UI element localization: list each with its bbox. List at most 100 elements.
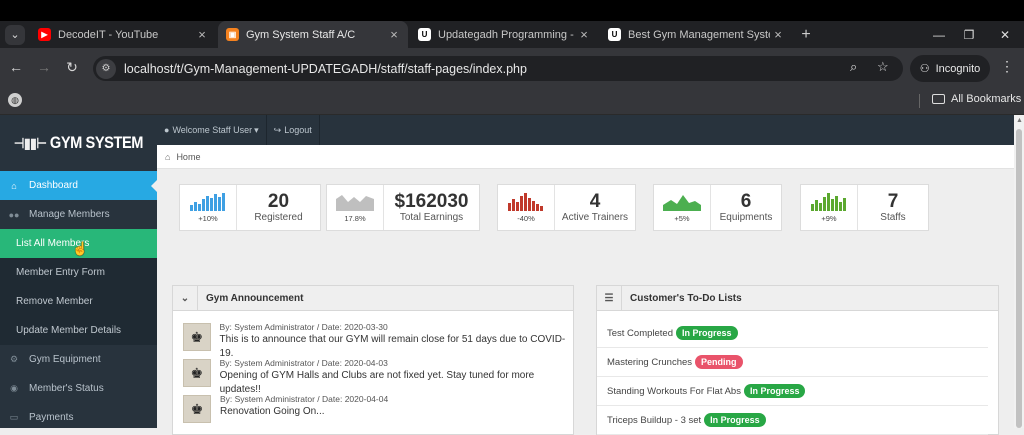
list-icon: ☰ bbox=[597, 285, 622, 311]
status-badge: In Progress bbox=[704, 413, 766, 427]
admin-avatar-icon: ♚ bbox=[183, 395, 211, 423]
panel-title: Customer's To-Do Lists bbox=[630, 292, 742, 304]
page-scrollbar[interactable]: ▲ bbox=[1014, 115, 1024, 428]
panel-header[interactable]: ⌄ Gym Announcement bbox=[173, 285, 573, 311]
gym-announcement-panel: ⌄ Gym Announcement ♚ By: System Administ… bbox=[172, 285, 574, 435]
reload-button[interactable]: ↻ bbox=[58, 53, 86, 81]
tab-title: Best Gym Management System bbox=[628, 28, 770, 41]
menu-icon[interactable]: ⋮ bbox=[1000, 58, 1014, 75]
announcement-meta: By: System Administrator / Date: 2020-04… bbox=[220, 394, 389, 404]
stat-equipments[interactable]: +5% 6 Equipments bbox=[653, 184, 782, 231]
incognito-label: Incognito bbox=[935, 62, 981, 75]
stat-label: Total Earnings bbox=[399, 212, 464, 223]
close-icon[interactable]: × bbox=[386, 27, 402, 42]
todo-item[interactable]: Mastering Crunches Pending bbox=[597, 348, 988, 377]
scroll-up-icon[interactable]: ▲ bbox=[1016, 117, 1023, 124]
todo-task: Test Completed bbox=[607, 327, 674, 339]
submenu-item-label: Remove Member bbox=[16, 296, 93, 307]
admin-avatar-icon: ♚ bbox=[183, 359, 211, 387]
stat-label: Registered bbox=[254, 212, 303, 223]
sidebar-item-gym-equipment[interactable]: ⚙ Gym Equipment bbox=[0, 345, 157, 374]
minimize-icon: — bbox=[933, 27, 945, 42]
stat-chart: +9% bbox=[801, 185, 858, 230]
eye-icon: ◉ bbox=[10, 383, 18, 393]
todo-item[interactable]: Test Completed In Progress bbox=[597, 319, 988, 348]
announcement-meta: By: System Administrator / Date: 2020-03… bbox=[219, 322, 388, 332]
chevron-down-icon[interactable]: ⌄ bbox=[173, 285, 198, 311]
admin-avatar-icon: ♚ bbox=[183, 323, 211, 351]
incognito-badge[interactable]: ⚇ Incognito bbox=[910, 55, 990, 82]
globe-icon[interactable]: ◍ bbox=[8, 93, 22, 107]
minimize-button[interactable]: — bbox=[924, 21, 954, 48]
submenu-item-update-member-details[interactable]: Update Member Details bbox=[0, 316, 157, 345]
submenu-item-label: Update Member Details bbox=[16, 325, 122, 336]
sidebar-item-manage-members[interactable]: ●● Manage Members bbox=[0, 200, 157, 229]
tab-search-button[interactable]: ⌄ bbox=[5, 24, 25, 45]
panel-title: Gym Announcement bbox=[206, 292, 304, 304]
restore-button[interactable]: ❐ bbox=[954, 21, 984, 48]
stat-value: 4 bbox=[589, 191, 601, 212]
stat-total-earnings[interactable]: 17.8% $162030 Total Earnings bbox=[326, 184, 480, 231]
bookmarks-bar: ◍ All Bookmarks bbox=[0, 86, 1024, 115]
todo-item[interactable]: Standing Workouts For Flat Abs In Progre… bbox=[597, 377, 988, 406]
stat-label: Staffs bbox=[880, 212, 906, 223]
user-icon: ● bbox=[164, 125, 170, 135]
sidebar-item-label: Manage Members bbox=[29, 209, 110, 220]
all-bookmarks-button[interactable]: All Bookmarks bbox=[932, 93, 1021, 105]
breadcrumb-home[interactable]: Home bbox=[176, 152, 200, 162]
cogs-icon: ⚙ bbox=[9, 354, 19, 364]
stat-chart: +5% bbox=[654, 185, 711, 230]
site-info-icon[interactable]: ⚙ bbox=[96, 58, 116, 79]
panel-header: ☰ Customer's To-Do Lists bbox=[597, 285, 998, 311]
submenu-item-remove-member[interactable]: Remove Member bbox=[0, 287, 157, 316]
sidebar-item-dashboard[interactable]: ⌂ Dashboard bbox=[0, 171, 157, 200]
close-icon[interactable]: × bbox=[770, 27, 786, 42]
welcome-label: Welcome Staff User bbox=[172, 125, 253, 135]
home-icon[interactable]: ⌂ bbox=[165, 152, 170, 162]
gym-system-logo[interactable]: ⊣▮▮⊢ GYM SYSTEM bbox=[11, 115, 146, 171]
tab-youtube[interactable]: ▶ DecodeIT - YouTube × bbox=[30, 21, 216, 48]
stat-percent: +5% bbox=[674, 213, 690, 223]
stat-value: 7 bbox=[887, 191, 899, 212]
plus-icon: + bbox=[801, 25, 811, 43]
todo-list-panel: ☰ Customer's To-Do Lists Test Completed … bbox=[596, 285, 999, 435]
logout-button[interactable]: ↪ Logout bbox=[267, 115, 320, 145]
back-button[interactable]: ← bbox=[2, 53, 30, 81]
stat-chart: -40% bbox=[498, 185, 555, 230]
incognito-icon: ⚇ bbox=[919, 63, 930, 75]
zoom-icon[interactable]: ⌕ bbox=[850, 59, 857, 75]
todo-item[interactable]: Triceps Buildup - 3 set In Progress bbox=[597, 406, 988, 435]
new-tab-button[interactable]: + bbox=[797, 21, 815, 48]
stat-staffs[interactable]: +9% 7 Staffs bbox=[800, 184, 929, 231]
area-chart-icon bbox=[336, 194, 374, 211]
gym-favicon-icon: ▣ bbox=[226, 28, 239, 41]
stat-percent: 17.8% bbox=[344, 213, 366, 223]
tab-gym-system[interactable]: ▣ Gym System Staff A/C × bbox=[218, 21, 408, 48]
status-badge: Pending bbox=[695, 355, 743, 369]
address-bar[interactable]: ⚙ localhost/t/Gym-Management-UPDATEGADH/… bbox=[93, 56, 903, 81]
stat-registered[interactable]: +10% 20 Registered bbox=[179, 184, 321, 231]
tab-updategadh[interactable]: U Updategadh Programming - Up × bbox=[410, 21, 598, 48]
bar-chart-icon bbox=[811, 192, 846, 211]
breadcrumb: ⌂ Home bbox=[157, 145, 1014, 169]
area-chart-icon bbox=[663, 194, 701, 211]
forward-button[interactable]: → bbox=[30, 53, 58, 81]
close-window-button[interactable]: ✕ bbox=[990, 21, 1020, 48]
stat-active-trainers[interactable]: -40% 4 Active Trainers bbox=[497, 184, 636, 231]
dumbbell-icon: ⊣▮▮⊢ bbox=[13, 134, 47, 151]
scrollbar-thumb[interactable] bbox=[1016, 129, 1022, 428]
bookmark-star-icon[interactable]: ☆ bbox=[877, 59, 889, 75]
todo-task: Triceps Buildup - 3 set bbox=[607, 414, 702, 426]
url-text[interactable]: localhost/t/Gym-Management-UPDATEGADH/st… bbox=[124, 62, 527, 76]
stat-label: Active Trainers bbox=[561, 212, 629, 223]
sidebar-item-members-status[interactable]: ◉ Member's Status bbox=[0, 374, 157, 403]
close-icon[interactable]: × bbox=[194, 27, 210, 42]
tab-best-gym[interactable]: U Best Gym Management System × bbox=[600, 21, 792, 48]
sidebar: ⊣▮▮⊢ GYM SYSTEM ⌂ Dashboard ●● Manage Me… bbox=[0, 115, 157, 428]
announcement-message: Renovation Going On... bbox=[220, 406, 325, 417]
tab-strip-top bbox=[0, 0, 1024, 21]
close-icon[interactable]: × bbox=[576, 27, 592, 42]
submenu-item-member-entry-form[interactable]: Member Entry Form bbox=[0, 258, 157, 287]
welcome-user-dropdown[interactable]: ● Welcome Staff User ▾ bbox=[157, 115, 267, 145]
tab-title: Updategadh Programming - Up bbox=[438, 28, 576, 41]
